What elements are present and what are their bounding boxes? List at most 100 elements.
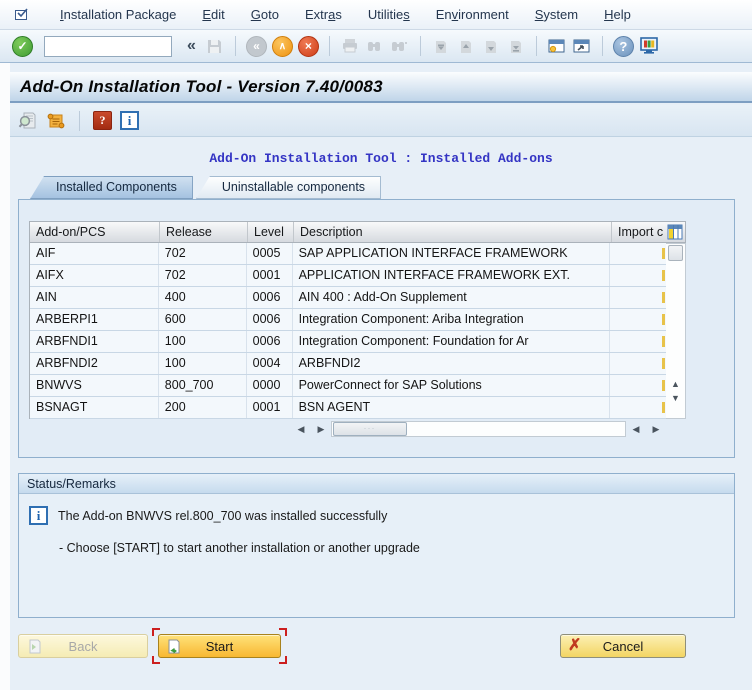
vertical-scrollbar-thumb[interactable] xyxy=(668,245,683,261)
cell-addon[interactable]: ARBFNDI1 xyxy=(30,331,159,352)
column-header-addon[interactable]: Add-on/PCS xyxy=(30,222,160,242)
print-icon xyxy=(340,36,360,56)
status-remark: - Choose [START] to start another instal… xyxy=(29,541,724,555)
menu-item-system[interactable]: System xyxy=(522,0,591,29)
cell-level[interactable]: 0001 xyxy=(247,397,293,418)
table-configuration-icon[interactable] xyxy=(665,222,685,242)
horizontal-scrollbar-track[interactable]: ··· xyxy=(331,421,626,437)
table-row-ARBFNDI1[interactable]: ARBFNDI11000006Integration Component: Fo… xyxy=(30,331,666,353)
menu-item-edit[interactable]: Edit xyxy=(189,0,237,29)
table-row-ARBFNDI2[interactable]: ARBFNDI21000004ARBFNDI2 xyxy=(30,353,666,375)
cell-level[interactable]: 0006 xyxy=(247,331,293,352)
cell-description[interactable]: AIN 400 : Add-On Supplement xyxy=(293,287,610,308)
cell-release[interactable]: 100 xyxy=(159,331,247,352)
menu-item-goto[interactable]: Goto xyxy=(238,0,292,29)
cell-release[interactable]: 702 xyxy=(159,265,247,286)
scroll-right-icon[interactable]: ▶ xyxy=(311,424,331,435)
cell-import[interactable] xyxy=(610,375,666,396)
cell-addon[interactable]: AIF xyxy=(30,243,159,264)
cancel-transaction-icon[interactable]: × xyxy=(298,36,319,57)
cell-description[interactable]: BSN AGENT xyxy=(293,397,610,418)
information-icon[interactable]: i xyxy=(120,111,139,130)
cell-release[interactable]: 800_700 xyxy=(159,375,247,396)
new-session-icon[interactable] xyxy=(547,36,567,56)
column-header-level[interactable]: Level xyxy=(248,222,294,242)
table-row-ARBERPI1[interactable]: ARBERPI16000006Integration Component: Ar… xyxy=(30,309,666,331)
column-header-import[interactable]: Import c xyxy=(612,222,665,242)
standard-toolbar: ✓ ▼ « « ∧ × xyxy=(0,30,752,63)
cell-level[interactable]: 0004 xyxy=(247,353,293,374)
cell-import[interactable] xyxy=(610,287,666,308)
table-row-AIN[interactable]: AIN4000006AIN 400 : Add-On Supplement xyxy=(30,287,666,309)
cell-level[interactable]: 0001 xyxy=(247,265,293,286)
menu-item-environment[interactable]: Environment xyxy=(423,0,522,29)
help-icon[interactable]: ? xyxy=(613,36,634,57)
cell-import[interactable] xyxy=(610,309,666,330)
table-row-AIF[interactable]: AIF7020005SAP APPLICATION INTERFACE FRAM… xyxy=(30,243,666,265)
cell-addon[interactable]: BNWVS xyxy=(30,375,159,396)
status-message: The Add-on BNWVS rel.800_700 was install… xyxy=(58,509,387,523)
table-row-AIFX[interactable]: AIFX7020001APPLICATION INTERFACE FRAMEWO… xyxy=(30,265,666,287)
previous-page-icon xyxy=(456,36,476,56)
cell-description[interactable]: Integration Component: Ariba Integration xyxy=(293,309,610,330)
exit-icon[interactable]: ∧ xyxy=(272,36,293,57)
cell-level[interactable]: 0000 xyxy=(247,375,293,396)
cell-release[interactable]: 600 xyxy=(159,309,247,330)
scroll-right-end-icon[interactable]: ▶ xyxy=(646,424,666,435)
status-panel: Status/Remarks i The Add-on BNWVS rel.80… xyxy=(18,473,735,618)
scroll-left-end-icon[interactable]: ◀ xyxy=(626,424,646,435)
cell-release[interactable]: 100 xyxy=(159,353,247,374)
cell-release[interactable]: 702 xyxy=(159,243,247,264)
vertical-scrollbar[interactable]: ▲ ▼ xyxy=(666,243,686,419)
system-menu-icon[interactable] xyxy=(14,7,31,22)
column-header-release[interactable]: Release xyxy=(160,222,248,242)
cancel-x-icon: ✗ xyxy=(568,638,581,654)
cell-import[interactable] xyxy=(610,353,666,374)
collapse-toolbar-icon[interactable]: « xyxy=(183,37,200,55)
menu-item-extras[interactable]: Extras xyxy=(292,0,355,29)
start-button-label: Start xyxy=(206,639,233,654)
cell-release[interactable]: 200 xyxy=(159,397,247,418)
cell-description[interactable]: APPLICATION INTERFACE FRAMEWORK EXT. xyxy=(293,265,610,286)
cell-description[interactable]: SAP APPLICATION INTERFACE FRAMEWORK xyxy=(293,243,610,264)
toolbar-separator xyxy=(420,36,421,56)
logs-icon[interactable] xyxy=(46,111,66,131)
cell-addon[interactable]: AIN xyxy=(30,287,159,308)
cell-level[interactable]: 0005 xyxy=(247,243,293,264)
table-row-BSNAGT[interactable]: BSNAGT2000001BSN AGENT xyxy=(30,397,666,419)
tab-uninstallable-components[interactable]: Uninstallable components xyxy=(196,176,381,199)
scroll-down-icon[interactable]: ▼ xyxy=(671,393,680,403)
scroll-left-icon[interactable]: ◀ xyxy=(291,424,311,435)
column-header-description[interactable]: Description xyxy=(294,222,612,242)
cell-import[interactable] xyxy=(610,331,666,352)
cell-description[interactable]: PowerConnect for SAP Solutions xyxy=(293,375,610,396)
toolbar-separator xyxy=(79,111,80,131)
cell-addon[interactable]: BSNAGT xyxy=(30,397,159,418)
cell-description[interactable]: Integration Component: Foundation for Ar xyxy=(293,331,610,352)
start-button[interactable]: Start xyxy=(158,634,281,658)
cell-import[interactable] xyxy=(610,243,666,264)
display-check-icon[interactable] xyxy=(18,111,38,131)
cell-import[interactable] xyxy=(610,397,666,418)
cell-description[interactable]: ARBFNDI2 xyxy=(293,353,610,374)
cell-addon[interactable]: ARBFNDI2 xyxy=(30,353,159,374)
enter-button[interactable]: ✓ xyxy=(12,36,33,57)
cell-addon[interactable]: ARBERPI1 xyxy=(30,309,159,330)
cell-release[interactable]: 400 xyxy=(159,287,247,308)
cancel-button[interactable]: ✗ Cancel xyxy=(560,634,686,658)
cell-import[interactable] xyxy=(610,265,666,286)
menu-item-help[interactable]: Help xyxy=(591,0,644,29)
customize-layout-icon[interactable] xyxy=(639,36,659,56)
documentation-icon[interactable]: ? xyxy=(93,111,112,130)
toolbar-separator xyxy=(536,36,537,56)
menu-item-installation-package[interactable]: Installation Package xyxy=(47,0,189,29)
create-shortcut-icon[interactable] xyxy=(572,36,592,56)
table-row-BNWVS[interactable]: BNWVS800_7000000PowerConnect for SAP Sol… xyxy=(30,375,666,397)
scroll-up-icon[interactable]: ▲ xyxy=(671,379,680,389)
menu-item-utilities[interactable]: Utilities xyxy=(355,0,423,29)
cell-level[interactable]: 0006 xyxy=(247,309,293,330)
tab-installed-components[interactable]: Installed Components xyxy=(30,176,193,199)
horizontal-scrollbar-thumb[interactable]: ··· xyxy=(333,422,407,436)
cell-addon[interactable]: AIFX xyxy=(30,265,159,286)
cell-level[interactable]: 0006 xyxy=(247,287,293,308)
